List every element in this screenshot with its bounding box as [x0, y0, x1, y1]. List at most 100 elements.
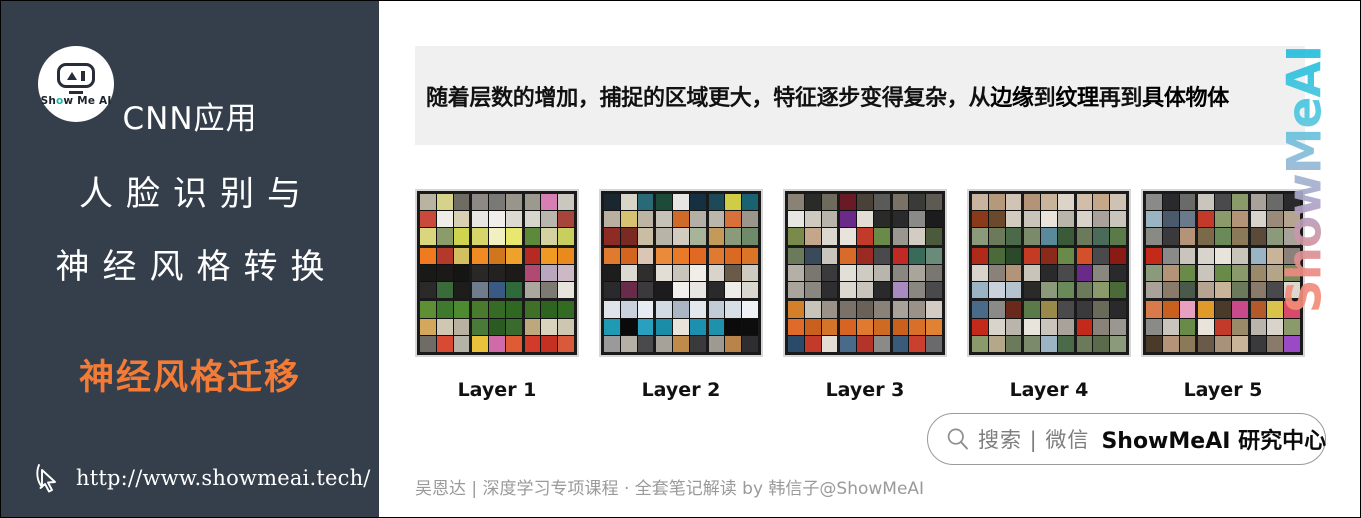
feature-patch — [1110, 282, 1126, 299]
wechat-search-box[interactable]: 搜索 | 微信 ShowMeAI 研究中心 — [927, 413, 1326, 465]
feature-patch — [708, 335, 725, 352]
feature-patch — [489, 264, 505, 282]
feature-cell — [524, 194, 574, 245]
feature-patch — [1215, 247, 1231, 264]
feature-patch — [988, 247, 1005, 264]
feature-patch — [558, 318, 574, 335]
sidebar-title-line-1: 人脸识别与 — [79, 174, 314, 214]
feature-patch — [788, 264, 804, 282]
feature-patch — [840, 282, 857, 299]
feature-cell — [708, 247, 758, 299]
feature-patch — [1179, 264, 1196, 282]
feature-patch — [988, 264, 1005, 282]
feature-patch — [1110, 318, 1126, 335]
sidebar-url[interactable]: http://www.showmeai.tech/ — [35, 463, 371, 493]
feature-patch — [689, 318, 706, 335]
feature-patch — [1215, 318, 1231, 335]
feature-patch — [1005, 264, 1022, 282]
feature-patch — [1162, 228, 1179, 245]
feature-patch — [1057, 228, 1074, 245]
feature-patch — [873, 318, 890, 335]
feature-patch — [892, 228, 909, 245]
feature-patch — [725, 335, 742, 352]
feature-patch — [472, 301, 489, 318]
feature-patch — [524, 211, 541, 228]
feature-patch — [821, 247, 838, 264]
feature-patch — [1267, 194, 1284, 211]
feature-patch — [1005, 247, 1022, 264]
feature-patch — [1198, 264, 1215, 282]
banner-emphasis-texture: 纹理 — [1055, 85, 1099, 111]
feature-patch — [1215, 194, 1231, 211]
feature-patch — [673, 335, 689, 352]
feature-patch — [1005, 318, 1022, 335]
feature-cell — [1146, 194, 1196, 245]
feature-cell — [1250, 301, 1300, 352]
feature-patch — [725, 282, 742, 299]
feature-patch — [1093, 282, 1110, 299]
feature-patch — [420, 228, 436, 245]
feature-patch — [1041, 211, 1057, 228]
feature-patch — [909, 211, 926, 228]
feature-patch — [804, 247, 821, 264]
feature-patch — [1024, 301, 1041, 318]
feature-patch — [909, 318, 926, 335]
feature-patch — [472, 335, 489, 352]
feature-patch — [620, 228, 637, 245]
feature-patch — [909, 282, 926, 299]
feature-patch — [873, 301, 890, 318]
feature-patch — [505, 318, 522, 335]
feature-patch — [524, 194, 541, 211]
feature-patch — [821, 335, 838, 352]
sidebar-accent-title: 神经风格迁移 — [78, 358, 301, 398]
feature-cell — [1250, 247, 1300, 299]
feature-cell — [1024, 194, 1074, 245]
feature-cell — [788, 301, 838, 352]
feature-patch — [742, 264, 758, 282]
feature-patch — [558, 264, 574, 282]
feature-patch — [725, 194, 742, 211]
feature-patch — [1076, 335, 1093, 352]
feature-patch — [558, 211, 574, 228]
feature-cell — [840, 247, 890, 299]
feature-patch — [689, 211, 706, 228]
feature-patch — [1057, 282, 1074, 299]
feature-cell — [420, 194, 470, 245]
feature-patch — [656, 318, 673, 335]
feature-patch — [1057, 318, 1074, 335]
feature-patch — [1284, 318, 1300, 335]
feature-patch — [637, 228, 654, 245]
feature-patch — [725, 264, 742, 282]
banner-emphasis-edge: 边缘 — [990, 85, 1034, 111]
feature-patch — [436, 211, 453, 228]
bar-icon — [81, 70, 85, 81]
feature-patch — [673, 211, 689, 228]
feature-patch — [840, 247, 857, 264]
feature-patch — [988, 211, 1005, 228]
feature-patch — [656, 301, 673, 318]
feature-patch — [1267, 247, 1284, 264]
feature-patch — [1179, 247, 1196, 264]
feature-patch — [620, 301, 637, 318]
feature-patch — [742, 301, 758, 318]
feature-patch — [909, 301, 926, 318]
feature-patch — [804, 194, 821, 211]
feature-patch — [689, 247, 706, 264]
feature-cell — [656, 194, 706, 245]
feature-patch — [436, 318, 453, 335]
feature-cell — [840, 301, 890, 352]
feature-patch — [453, 335, 470, 352]
sidebar-url-text: http://www.showmeai.tech/ — [76, 466, 371, 490]
feature-patch — [558, 335, 574, 352]
feature-patch — [1162, 282, 1179, 299]
feature-patch — [909, 194, 926, 211]
footer-credit: 吴恩达 | 深度学习专项课程 · 全套笔记解读 by 韩信子@ShowMeAI — [415, 479, 925, 499]
feature-cell — [972, 301, 1022, 352]
feature-cell — [656, 301, 706, 352]
feature-patch — [558, 228, 574, 245]
feature-patch — [472, 264, 489, 282]
feature-patch — [804, 282, 821, 299]
feature-patch — [541, 211, 558, 228]
feature-patch — [804, 335, 821, 352]
feature-patch — [1076, 318, 1093, 335]
